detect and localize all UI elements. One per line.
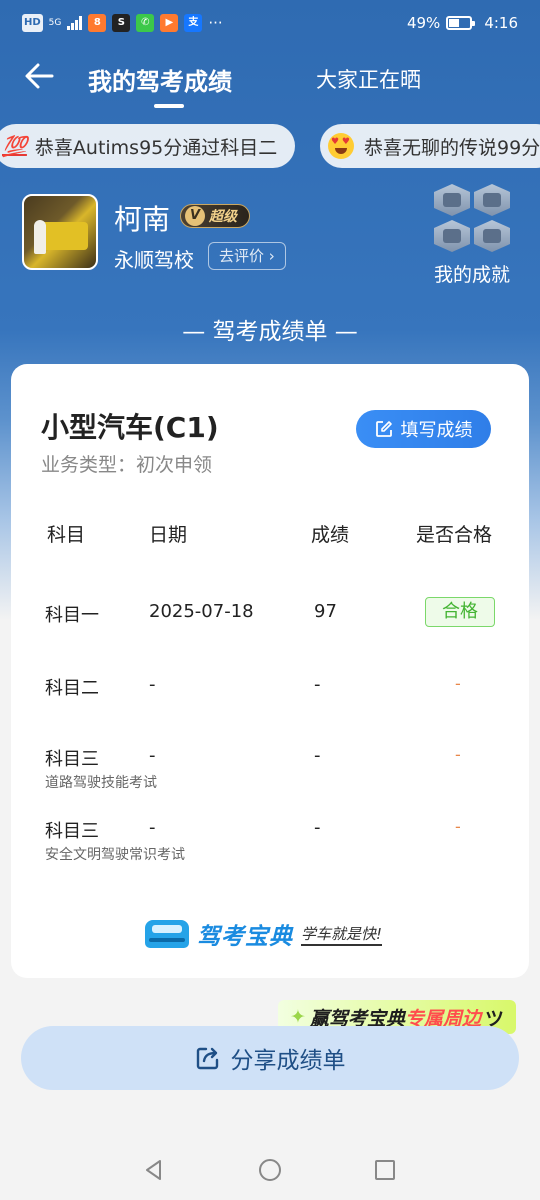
user-name: 柯南 (114, 203, 171, 236)
table-row-date: - (149, 745, 156, 766)
congrats-pill: 恭喜无聊的传说99分 (320, 124, 540, 168)
table-row-score: - (314, 745, 321, 766)
fill-scores-button[interactable]: 填写成绩 (356, 410, 491, 448)
table-row-sublabel: 道路驾驶技能考试 (45, 775, 157, 791)
license-type: 小型汽车(C1) (41, 411, 219, 444)
header-passed: 是否合格 (416, 524, 493, 546)
share-icon (196, 1047, 218, 1070)
table-row-result: - (455, 745, 461, 764)
table-row-score: - (314, 817, 321, 838)
recents-nav-icon[interactable] (373, 1158, 397, 1182)
table-row-score: - (314, 674, 321, 695)
status-icons-left: HD 5G 8 S ✆ ▶ 支 ··· (22, 14, 223, 32)
system-nav-bar (0, 1140, 540, 1200)
battery-icon (446, 16, 476, 30)
clock: 4:16 (484, 14, 518, 32)
back-arrow-icon (25, 63, 54, 89)
brand-slogan: 学车就是快! (301, 923, 383, 946)
rate-school-button[interactable]: 去评价 › (208, 242, 286, 270)
table-row-date: - (149, 817, 156, 838)
table-row-score: 97 (314, 601, 337, 622)
section-title: — 驾考成绩单 — (182, 319, 358, 345)
header-date: 日期 (149, 524, 188, 546)
table-row-result: - (455, 817, 461, 836)
back-button[interactable] (22, 58, 58, 94)
heart-eyes-icon (328, 133, 354, 159)
alipay-icon: 支 (184, 14, 203, 32)
sparkle-icon: ✦ (290, 1006, 306, 1028)
business-type: 业务类型：初次申领 (41, 454, 213, 476)
congrats-pill: 💯 恭喜Autims95分通过科目二 (0, 124, 296, 168)
tab-everyone-sharing[interactable]: 大家正在晒 (316, 64, 421, 94)
brand-logo: 驾考宝典 学车就是快! (145, 916, 383, 952)
signal-icon (67, 16, 83, 30)
back-nav-icon[interactable] (142, 1158, 166, 1182)
table-row-result: - (455, 674, 461, 693)
status-bar: HD 5G 8 S ✆ ▶ 支 ··· 49% 4:16 (0, 0, 540, 50)
table-row-sublabel: 安全文明驾驶常识考试 (45, 847, 185, 863)
video-app-icon: ▶ (160, 14, 179, 32)
hundred-points-icon: 💯 (2, 134, 27, 158)
badge-icon (434, 220, 470, 252)
battery-percent: 49% (406, 14, 441, 32)
congrats-text: 恭喜无聊的传说99分 (364, 136, 540, 159)
rate-button-label: 去评价 (219, 247, 265, 265)
table-row-subject: 科目三 (45, 821, 99, 842)
active-tab-indicator (154, 104, 184, 108)
badge-icon (474, 220, 510, 252)
vip-badge[interactable]: V 超级 (180, 204, 250, 228)
fill-button-label: 填写成绩 (400, 420, 473, 441)
congrats-text: 恭喜Autims95分通过科目二 (34, 136, 278, 159)
profile-section: 柯南 V 超级 永顺驾校 去评价 › 我的成就 (0, 180, 540, 300)
share-button-label: 分享成绩单 (230, 1048, 346, 1074)
share-scores-button[interactable]: 分享成绩单 (21, 1026, 519, 1090)
table-row-date: - (149, 674, 156, 695)
vip-label: 超级 (209, 209, 237, 225)
vip-letter: V (185, 206, 205, 226)
table-row-subject: 科目一 (45, 605, 99, 626)
home-nav-icon[interactable] (258, 1158, 282, 1182)
app-notification-icon-2: S (112, 14, 131, 32)
wechat-icon: ✆ (136, 14, 155, 32)
hd-indicator: HD (22, 14, 43, 32)
badge-icon (474, 184, 510, 216)
header-subject: 科目 (47, 524, 86, 546)
top-nav: 我的驾考成绩 大家正在晒 (0, 52, 540, 112)
chevron-right-icon: › (264, 247, 275, 265)
header-score: 成绩 (311, 524, 350, 546)
my-achievements-link[interactable]: 我的成就 (434, 260, 510, 287)
score-card: 小型汽车(C1) 业务类型：初次申领 填写成绩 科目 日期 成绩 是否合格 科目… (11, 364, 529, 978)
achievement-badges[interactable] (434, 184, 518, 256)
network-type: 5G (48, 17, 62, 28)
table-row-date: 2025-07-18 (149, 601, 254, 622)
more-notifications: ··· (208, 14, 223, 32)
app-notification-icon: 8 (88, 14, 107, 32)
badge-icon (434, 184, 470, 216)
table-row-subject: 科目二 (45, 678, 99, 699)
avatar[interactable] (22, 194, 98, 270)
tab-my-scores[interactable]: 我的驾考成绩 (88, 62, 232, 97)
driving-school: 永顺驾校 (114, 248, 194, 272)
table-row-subject: 科目三 (45, 749, 99, 770)
status-icons-right: 49% 4:16 (407, 14, 518, 32)
car-logo-icon (145, 920, 189, 948)
pass-status-badge: 合格 (425, 597, 495, 627)
congrats-marquee: 💯 恭喜Autims95分通过科目二 恭喜无聊的传说99分 (0, 124, 540, 170)
edit-icon (375, 421, 392, 437)
avatar-person-shape (34, 220, 46, 254)
brand-name: 驾考宝典 (197, 924, 293, 950)
